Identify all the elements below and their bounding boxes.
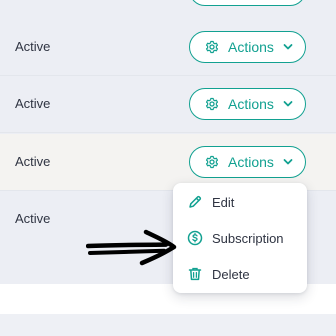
- menu-item-delete[interactable]: Delete: [173, 257, 307, 289]
- menu-item-label: Subscription: [212, 231, 284, 246]
- actions-button[interactable]: Actions: [189, 146, 306, 178]
- status-cell: Active: [15, 154, 51, 169]
- menu-item-edit[interactable]: Edit: [173, 185, 307, 217]
- table-row: Active Actions: [0, 19, 336, 76]
- page-background: [0, 314, 336, 336]
- status-cell: Active: [15, 96, 51, 111]
- gear-icon: [205, 97, 219, 111]
- actions-button[interactable]: Actions: [189, 31, 306, 63]
- actions-button-label: Actions: [228, 39, 274, 55]
- table-row: Active Actions: [0, 76, 336, 133]
- pencil-icon: [189, 195, 202, 208]
- actions-button-label: Actions: [228, 154, 274, 170]
- menu-item-label: Delete: [212, 267, 250, 282]
- actions-button-label: Actions: [228, 96, 274, 112]
- gear-icon: [205, 155, 219, 169]
- trash-icon: [188, 267, 202, 281]
- menu-item-label: Edit: [212, 195, 235, 210]
- chevron-down-icon: [283, 159, 293, 165]
- chevron-down-icon: [283, 101, 293, 107]
- status-cell: Active: [15, 211, 51, 226]
- status-cell: Active: [15, 39, 51, 54]
- actions-dropdown-menu: Edit Subscription Delete: [173, 183, 307, 293]
- chevron-down-icon: [283, 44, 293, 50]
- gear-icon: [205, 40, 219, 54]
- actions-button[interactable]: Actions: [189, 88, 306, 120]
- hand-drawn-arrow-icon: [86, 229, 177, 266]
- menu-item-subscription[interactable]: Subscription: [173, 221, 307, 253]
- actions-button-partial[interactable]: [189, 0, 306, 6]
- dollar-circle-icon: [187, 230, 203, 246]
